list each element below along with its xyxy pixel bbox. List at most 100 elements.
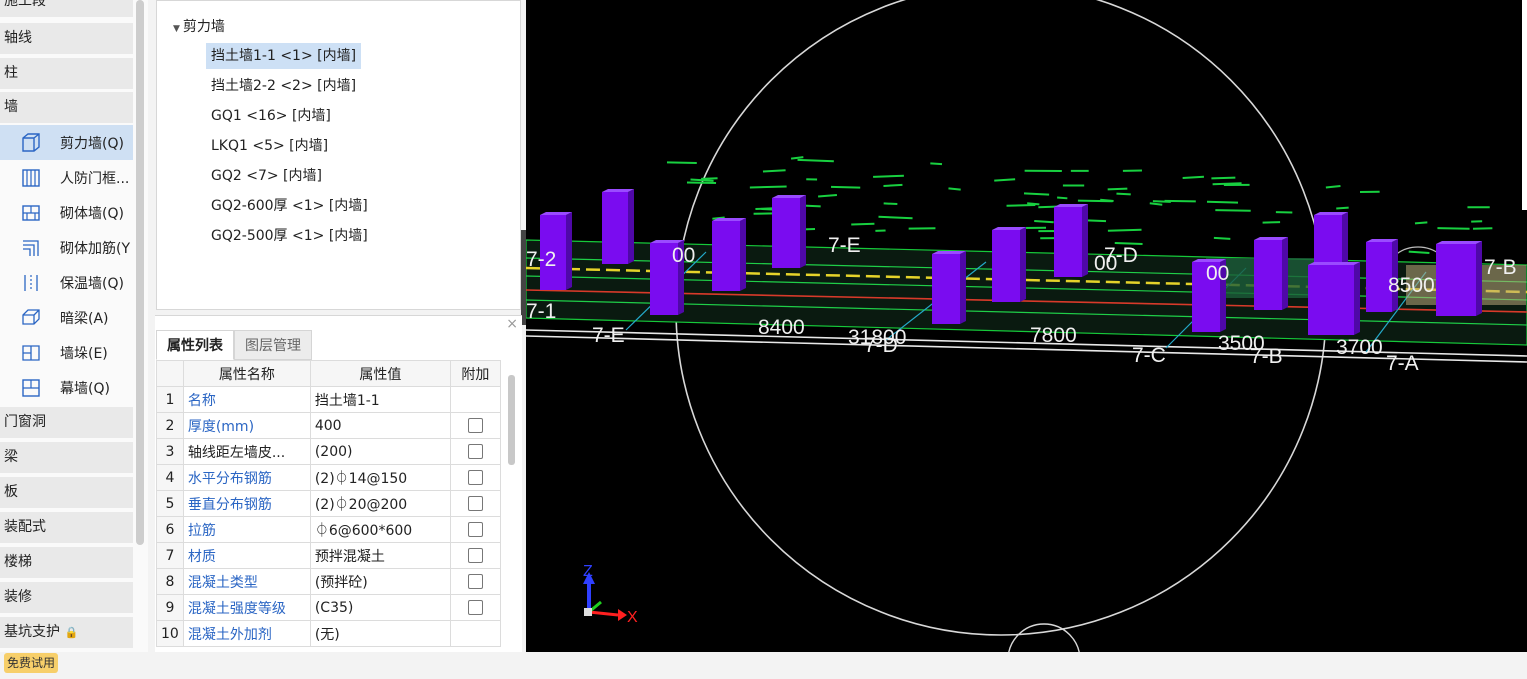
extra-checkbox[interactable]: [468, 574, 483, 589]
row-index: 2: [157, 413, 184, 439]
tree-item[interactable]: 挡土墙2-2 <2> [内墙]: [206, 73, 361, 99]
extra-checkbox[interactable]: [468, 548, 483, 563]
nav-item-label: 暗梁(A): [60, 308, 109, 328]
property-name: 拉筋: [183, 517, 310, 543]
nav-category-stairs[interactable]: 楼梯: [0, 547, 133, 578]
close-icon[interactable]: ×: [506, 316, 518, 332]
nav-category-wall[interactable]: 墙: [0, 92, 133, 123]
row-index: 7: [157, 543, 184, 569]
dimension-label: 00: [1206, 262, 1229, 285]
extra-checkbox[interactable]: [468, 444, 483, 459]
tab-layer-management[interactable]: 图层管理: [234, 330, 312, 360]
nav-category-slab[interactable]: 板: [0, 477, 133, 508]
tree-item[interactable]: GQ2 <7> [内墙]: [206, 163, 327, 189]
nav-category-axis[interactable]: 轴线: [0, 23, 133, 54]
nav-category-door-window-opening[interactable]: 门窗洞: [0, 407, 133, 438]
property-value[interactable]: ⏀6@600*600: [310, 517, 450, 543]
property-value[interactable]: (无): [310, 621, 450, 647]
nav-item-wall-buttress[interactable]: 墙垛(E): [0, 335, 133, 370]
rebar-mark: [851, 224, 874, 225]
nav-category-prefab[interactable]: 装配式: [0, 512, 133, 543]
table-row[interactable]: 10混凝土外加剂(无): [157, 621, 501, 647]
rebar-mark: [1024, 193, 1049, 194]
nav-item-masonry-rebar[interactable]: 砌体加筋(Y: [0, 230, 133, 265]
extra-checkbox[interactable]: [468, 600, 483, 615]
tree-item[interactable]: 挡土墙1-1 <1> [内墙]: [206, 43, 361, 69]
property-value[interactable]: (预拌砼): [310, 569, 450, 595]
insulation-wall-icon: [20, 272, 42, 294]
nav-category-decoration[interactable]: 装修: [0, 582, 133, 613]
nav-item-shear-wall[interactable]: 剪力墙(Q): [0, 125, 133, 160]
table-row[interactable]: 2厚度(mm)400: [157, 413, 501, 439]
rebar-mark: [1116, 194, 1130, 195]
wall-column: [772, 195, 806, 268]
nav-item-label: 砌体加筋(Y: [60, 238, 130, 258]
table-row[interactable]: 4水平分布钢筋(2)⏀14@150: [157, 465, 501, 491]
table-row[interactable]: 5垂直分布钢筋(2)⏀20@200: [157, 491, 501, 517]
property-name: 轴线距左墙皮...: [183, 439, 310, 465]
rebar-mark: [1108, 230, 1142, 231]
tree-item[interactable]: GQ2-600厚 <1> [内墙]: [206, 193, 373, 219]
viewport-edge: [1522, 0, 1527, 210]
property-name: 混凝土外加剂: [183, 621, 310, 647]
tree-item[interactable]: LKQ1 <5> [内墙]: [206, 133, 333, 159]
coordinate-triad: Z X: [583, 563, 638, 626]
dimension-label: 31800: [848, 326, 906, 349]
model-scene[interactable]: 7-E7-D7-C7-B7-A7-27-17-E7-D7-B8400318007…: [526, 0, 1527, 652]
table-row[interactable]: 9混凝土强度等级(C35): [157, 595, 501, 621]
tree-item[interactable]: GQ2-500厚 <1> [内墙]: [206, 223, 373, 249]
tree-root-shear-wall[interactable]: ▼剪力墙: [173, 16, 225, 36]
property-value[interactable]: 预拌混凝土: [310, 543, 450, 569]
property-value[interactable]: (2)⏀20@200: [310, 491, 450, 517]
dimension-label: 00: [1094, 252, 1117, 275]
properties-scrollbar[interactable]: [508, 375, 515, 465]
property-value[interactable]: (200): [310, 439, 450, 465]
row-index: 3: [157, 439, 184, 465]
rebar-mark: [1215, 210, 1250, 211]
table-row[interactable]: 1名称挡土墙1-1: [157, 387, 501, 413]
3d-viewport[interactable]: 7-E7-D7-C7-B7-A7-27-17-E7-D7-B8400318007…: [526, 0, 1527, 652]
nav-item-masonry-wall[interactable]: 砌体墙(Q): [0, 195, 133, 230]
property-name: 厚度(mm): [183, 413, 310, 439]
rebar-mark: [873, 176, 904, 177]
extra-checkbox[interactable]: [468, 418, 483, 433]
table-row[interactable]: 8混凝土类型(预拌砼): [157, 569, 501, 595]
wall-column: [1254, 237, 1288, 310]
rebar-mark: [1108, 189, 1128, 190]
property-value[interactable]: 400: [310, 413, 450, 439]
extra-checkbox[interactable]: [468, 470, 483, 485]
nav-item-curtain-wall[interactable]: 幕墙(Q): [0, 370, 133, 405]
extra-checkbox[interactable]: [468, 522, 483, 537]
tab-property-list[interactable]: 属性列表: [156, 330, 234, 360]
rebar-mark: [1207, 202, 1238, 203]
property-name: 混凝土强度等级: [183, 595, 310, 621]
property-value[interactable]: 挡土墙1-1: [310, 387, 450, 413]
property-value[interactable]: (C35): [310, 595, 450, 621]
lock-icon: 🔒: [64, 626, 78, 639]
table-row[interactable]: 3轴线距左墙皮...(200): [157, 439, 501, 465]
caret-down-icon[interactable]: ▼: [173, 24, 180, 34]
free-trial-badge[interactable]: 免费试用: [4, 653, 58, 673]
nav-category-construction-section[interactable]: 施工段: [0, 0, 133, 17]
nav-category-column[interactable]: 柱: [0, 58, 133, 89]
nav-scrollbar[interactable]: [136, 0, 144, 545]
extra-cell: [450, 543, 500, 569]
extra-checkbox[interactable]: [468, 496, 483, 511]
property-table: 属性名称 属性值 附加 1名称挡土墙1-12厚度(mm)4003轴线距左墙皮..…: [156, 360, 501, 647]
tree-item[interactable]: GQ1 <16> [内墙]: [206, 103, 336, 129]
table-row[interactable]: 6拉筋⏀6@600*600: [157, 517, 501, 543]
rebar-mark: [879, 217, 913, 218]
row-index: 6: [157, 517, 184, 543]
property-value[interactable]: (2)⏀14@150: [310, 465, 450, 491]
nav-item-insulation-wall[interactable]: 保温墙(Q): [0, 265, 133, 300]
nav-item-label: 幕墙(Q): [60, 378, 110, 398]
table-row[interactable]: 7材质预拌混凝土: [157, 543, 501, 569]
nav-item-hidden-beam[interactable]: 暗梁(A): [0, 300, 133, 335]
wall-column: [992, 227, 1026, 302]
rebar-mark: [804, 206, 821, 207]
axis-grid-label: 7-E: [828, 234, 861, 257]
nav-item-civil-defense-door-frame[interactable]: 人防门框...: [0, 160, 133, 195]
nav-category-beam[interactable]: 梁: [0, 442, 133, 473]
nav-category-foundation-pit-support[interactable]: 基坑支护 🔒 免费试用: [0, 617, 133, 648]
rebar-mark: [1007, 205, 1036, 206]
